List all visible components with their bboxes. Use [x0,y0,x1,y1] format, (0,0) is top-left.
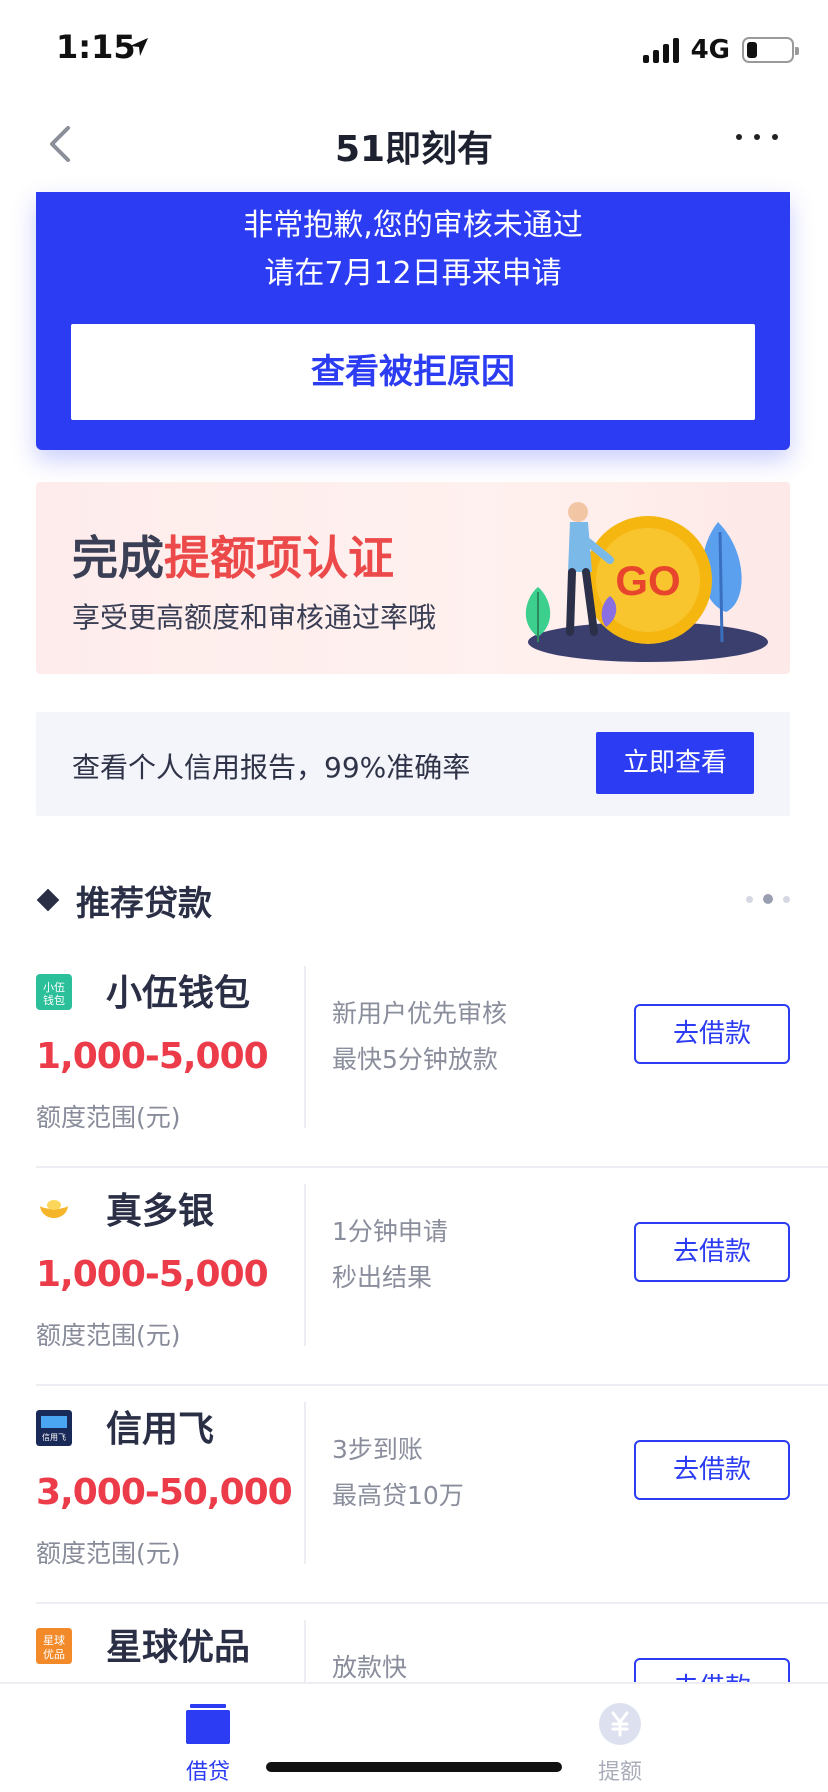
svg-text:优品: 优品 [43,1648,65,1661]
loan-range-caption: 额度范围(元) [36,1539,181,1568]
view-rejection-reason-button[interactable]: 查看被拒原因 [71,324,755,420]
loan-range-caption: 额度范围(元) [36,1103,181,1132]
more-options-icon[interactable] [736,134,778,140]
yuan-icon [599,1703,641,1745]
promo-subtitle: 享受更高额度和审核通过率哦 [72,601,437,634]
section-title: 推荐贷款 [76,884,212,924]
loan-name: 信用飞 [106,1409,215,1450]
loan-range-caption: 额度范围(元) [36,1321,181,1350]
loan-list: 小伍 钱包 小伍钱包 1,000-5,000 额度范围(元) 新用户优先审核 最… [0,950,828,1792]
planet-logo-icon: 星球 优品 [36,1628,72,1664]
svg-text:星球: 星球 [43,1633,65,1647]
loan-item: 信用飞 信用飞 3,000-50,000 额度范围(元) 3步到账 最高贷10万… [36,1386,828,1604]
divider [304,1184,306,1346]
network-type: 4G [690,35,730,65]
loan-feature: 3步到账 [332,1435,423,1464]
page-indicator[interactable] [746,894,790,904]
loan-range: 3,000-50,000 [36,1472,293,1513]
tab-loan[interactable]: 借贷 [148,1702,268,1786]
view-now-button[interactable]: 立即查看 [596,732,754,794]
diamond-bullet-icon [36,888,60,912]
loan-item: 小伍 钱包 小伍钱包 1,000-5,000 额度范围(元) 新用户优先审核 最… [36,950,828,1168]
status-bar: 1:15 4G [0,0,828,96]
page-title: 51即刻有 [334,129,494,170]
bottom-tab-bar: 借贷 提额 [0,1682,828,1792]
credit-card-logo-icon: 信用飞 [36,1410,72,1446]
svg-text:信用飞: 信用飞 [42,1432,66,1442]
loan-feature: 放款快 [332,1653,408,1682]
app-screen: 1:15 4G 51即刻有 非常抱歉,您的审核未通过 请在7月12日再来申请 查… [0,0,828,1792]
tab-raise-limit[interactable]: 提额 [560,1702,680,1786]
location-arrow-icon [130,38,148,56]
gold-ingot-logo-icon [40,1200,68,1218]
reapply-date-message: 请在7月12日再来申请 [264,256,562,291]
borrow-button[interactable]: 去借款 [634,1222,790,1282]
divider [304,966,306,1128]
loan-name: 小伍钱包 [106,973,251,1014]
battery-icon [742,37,799,63]
loan-range: 1,000-5,000 [36,1036,269,1077]
rejection-message: 非常抱歉,您的审核未通过 [243,208,583,243]
borrow-button[interactable]: 去借款 [634,1004,790,1064]
go-coin-illustration-icon: GO [525,502,768,662]
credit-report-text: 查看个人信用报告，99%准确率 [72,751,471,784]
xiaowu-wallet-logo-icon: 小伍 钱包 [36,974,72,1010]
home-indicator [266,1762,562,1772]
svg-text:GO: GO [615,557,680,604]
wallet-icon [186,1704,230,1744]
status-time: 1:15 [56,28,136,66]
tab-label: 提额 [597,1760,642,1785]
tab-label: 借贷 [185,1760,230,1785]
loan-feature: 最高贷10万 [332,1481,464,1510]
svg-text:小伍: 小伍 [43,981,65,994]
loan-feature: 最快5分钟放款 [332,1045,498,1074]
loan-name: 星球优品 [106,1627,251,1668]
loan-range: 1,000-5,000 [36,1254,269,1295]
svg-text:钱包: 钱包 [43,993,65,1007]
limit-certification-banner[interactable]: 完成提额项认证 享受更高额度和审核通过率哦 GO [36,482,790,674]
nav-bar: 51即刻有 [0,96,828,192]
loan-feature: 秒出结果 [332,1263,433,1292]
promo-title-highlight: 提额项认证 [164,531,394,585]
loan-feature: 新用户优先审核 [332,999,508,1028]
loan-item: 真多银 1,000-5,000 额度范围(元) 1分钟申请 秒出结果 去借款 [36,1168,828,1386]
status-indicators: 4G [642,32,799,68]
loan-name: 真多银 [106,1191,215,1232]
promo-title: 完成提额项认证 [72,531,394,585]
recommended-loans-header: 推荐贷款 [36,870,790,930]
loan-feature: 1分钟申请 [332,1217,448,1246]
rejection-card: 非常抱歉,您的审核未通过 请在7月12日再来申请 查看被拒原因 [36,192,790,450]
credit-report-panel: 查看个人信用报告，99%准确率 立即查看 [36,712,790,816]
divider [304,1402,306,1564]
borrow-button[interactable]: 去借款 [634,1440,790,1500]
signal-bars-icon [642,37,679,63]
